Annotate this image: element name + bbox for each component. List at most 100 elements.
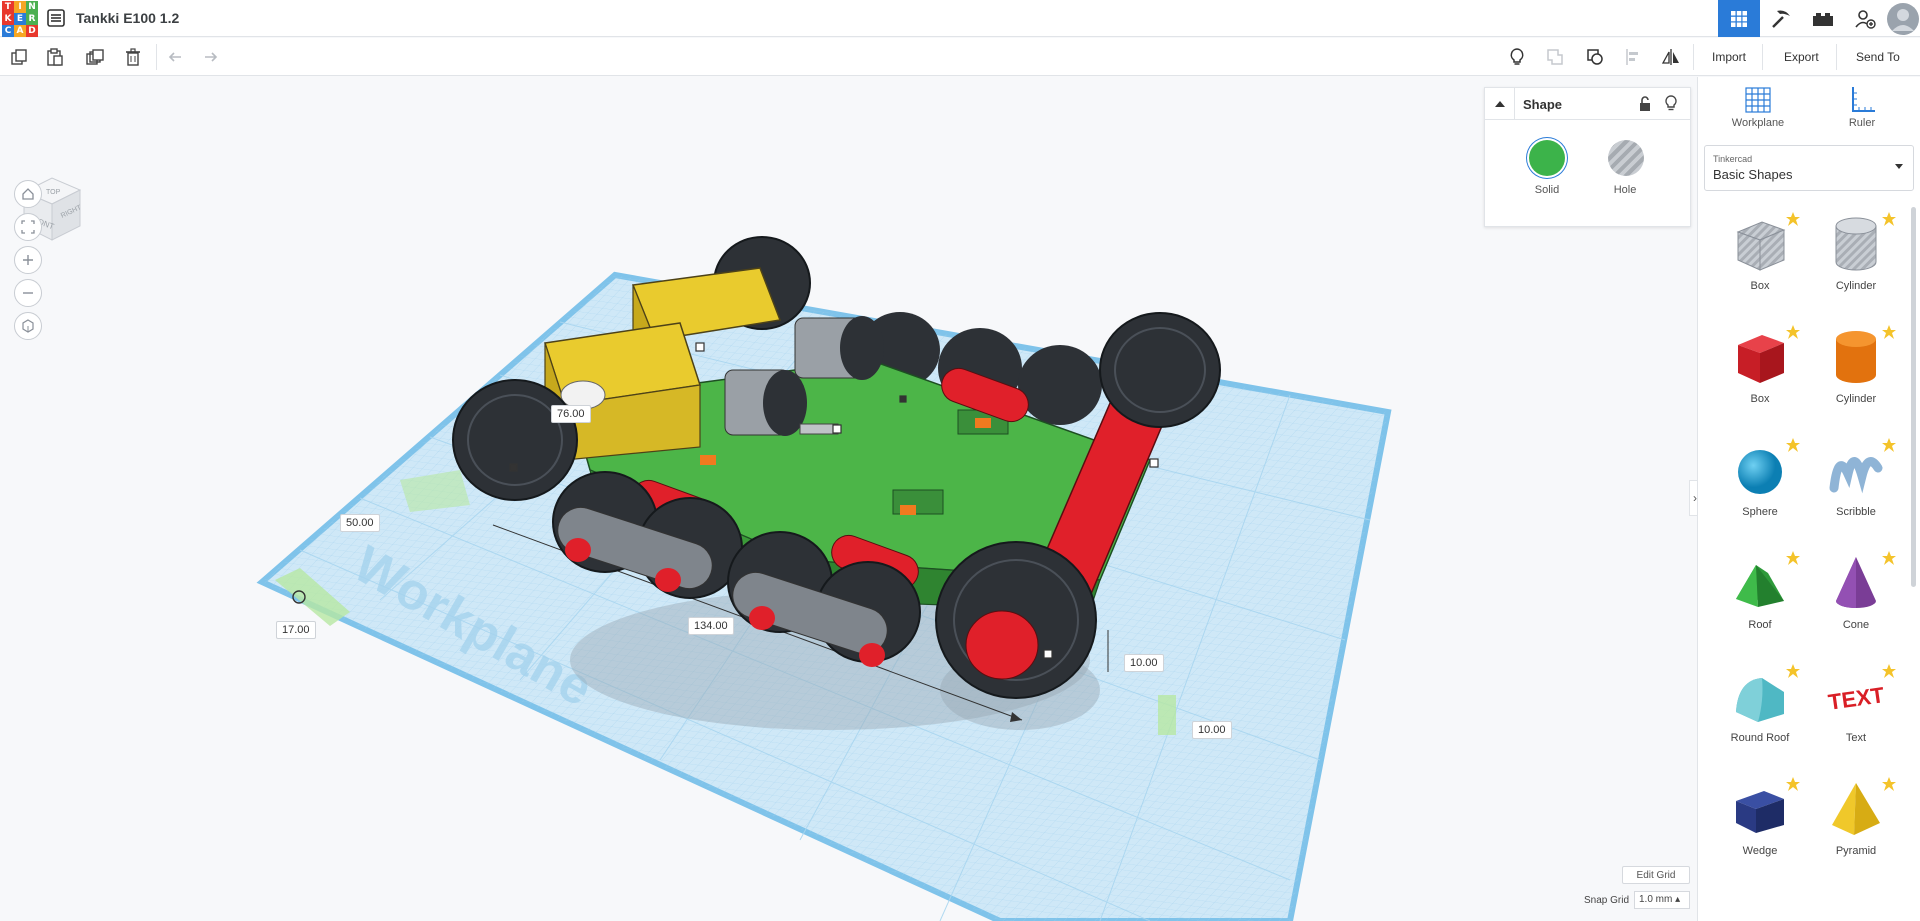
shape-box-red[interactable]: Box bbox=[1712, 325, 1808, 425]
svg-text:TEXT: TEXT bbox=[1827, 682, 1887, 715]
bricks-icon[interactable] bbox=[1802, 0, 1844, 37]
shape-label: Roof bbox=[1748, 619, 1772, 631]
ungroup-icon[interactable] bbox=[1582, 44, 1608, 70]
favorite-star-icon[interactable] bbox=[1882, 325, 1896, 339]
favorite-star-icon[interactable] bbox=[1882, 664, 1896, 678]
shape-box-hole[interactable]: Box bbox=[1712, 212, 1808, 312]
shape-label: Box bbox=[1750, 280, 1770, 292]
favorite-star-icon[interactable] bbox=[1786, 664, 1800, 678]
redo-icon[interactable] bbox=[198, 44, 224, 70]
zoom-out-icon[interactable] bbox=[14, 279, 42, 307]
workplane-scene[interactable]: Workplane bbox=[0, 77, 1697, 921]
box-red-icon bbox=[1728, 325, 1792, 389]
notes-lightbulb-icon[interactable] bbox=[1504, 44, 1530, 70]
collapse-inspector-icon[interactable] bbox=[1485, 88, 1515, 120]
export-button[interactable]: Export bbox=[1774, 44, 1829, 70]
favorite-star-icon[interactable] bbox=[1786, 438, 1800, 452]
cyl-orange-icon bbox=[1824, 325, 1888, 389]
logo-letter: K bbox=[2, 13, 14, 25]
tinkercad-logo[interactable]: TINKERCAD bbox=[2, 1, 38, 37]
shape-label: Scribble bbox=[1836, 506, 1876, 518]
shape-wedge[interactable]: Wedge bbox=[1712, 777, 1808, 877]
import-button[interactable]: Import bbox=[1702, 44, 1756, 70]
roof-icon bbox=[1728, 551, 1792, 615]
dimension-depth-label[interactable]: 10.00 bbox=[1192, 721, 1232, 739]
dimension-elevation-label[interactable]: 10.00 bbox=[1124, 654, 1164, 672]
favorite-star-icon[interactable] bbox=[1786, 212, 1800, 226]
shape-inspector: Shape Solid Hole bbox=[1484, 87, 1691, 227]
wheel-front-right[interactable] bbox=[935, 541, 1097, 699]
logo-letter: R bbox=[26, 13, 38, 25]
favorite-star-icon[interactable] bbox=[1786, 777, 1800, 791]
visibility-lightbulb-icon[interactable] bbox=[1664, 95, 1678, 117]
invite-user-icon[interactable] bbox=[1844, 0, 1886, 37]
roundroof-icon bbox=[1728, 664, 1792, 728]
3d-viewport[interactable]: Workplane TOP RIGHT bbox=[0, 77, 1697, 921]
align-icon[interactable] bbox=[1620, 44, 1646, 70]
cyl-hole-icon bbox=[1824, 212, 1888, 276]
edit-grid-button[interactable]: Edit Grid bbox=[1622, 866, 1690, 884]
undo-icon[interactable] bbox=[162, 44, 188, 70]
blocks-pickaxe-icon[interactable] bbox=[1760, 0, 1802, 37]
shape-sphere[interactable]: Sphere bbox=[1712, 438, 1808, 538]
inspector-header: Shape bbox=[1485, 88, 1690, 120]
shape-pyramid[interactable]: Pyramid bbox=[1808, 777, 1904, 877]
shape-label: Pyramid bbox=[1835, 845, 1877, 857]
wheel-back-right[interactable] bbox=[1099, 312, 1221, 428]
workplane-tool[interactable]: Workplane bbox=[1718, 85, 1798, 129]
dimension-length-label[interactable]: 134.00 bbox=[688, 617, 734, 635]
fit-view-icon[interactable] bbox=[14, 213, 42, 241]
edit-toolbar: Import Export Send To bbox=[0, 38, 1920, 76]
shape-label: Cylinder bbox=[1835, 393, 1877, 405]
perspective-icon[interactable] bbox=[14, 312, 42, 340]
cone-icon bbox=[1824, 551, 1888, 615]
lock-icon[interactable] bbox=[1638, 96, 1652, 117]
dimension-offset-label[interactable]: 17.00 bbox=[276, 621, 316, 639]
shape-roundroof[interactable]: Round Roof bbox=[1712, 664, 1808, 764]
zoom-in-icon[interactable] bbox=[14, 246, 42, 274]
shapes-scrollbar[interactable] bbox=[1911, 207, 1916, 587]
solid-color-swatch[interactable] bbox=[1529, 140, 1565, 176]
send-to-button[interactable]: Send To bbox=[1846, 44, 1910, 70]
top-right-controls bbox=[1718, 0, 1920, 37]
group-icon[interactable] bbox=[1542, 44, 1568, 70]
design-view-icon[interactable] bbox=[1718, 0, 1760, 37]
dimension-height-label[interactable]: 76.00 bbox=[551, 405, 591, 423]
user-avatar[interactable] bbox=[1886, 0, 1920, 37]
paste-icon[interactable] bbox=[42, 44, 68, 70]
favorite-star-icon[interactable] bbox=[1882, 212, 1896, 226]
wheel-front-left[interactable] bbox=[452, 379, 578, 501]
shape-label: Sphere bbox=[1742, 506, 1778, 518]
hole-swatch[interactable] bbox=[1608, 140, 1644, 176]
shape-cone[interactable]: Cone bbox=[1808, 551, 1904, 651]
favorite-star-icon[interactable] bbox=[1786, 325, 1800, 339]
text-icon: TEXT bbox=[1824, 664, 1888, 728]
shapes-panel: Workplane Ruler Tinkercad Basic Shapes B… bbox=[1697, 77, 1920, 921]
favorite-star-icon[interactable] bbox=[1786, 551, 1800, 565]
duplicate-icon[interactable] bbox=[82, 44, 108, 70]
favorite-star-icon[interactable] bbox=[1882, 777, 1896, 791]
ruler-tool[interactable]: Ruler bbox=[1822, 85, 1902, 129]
favorite-star-icon[interactable] bbox=[1882, 551, 1896, 565]
delete-icon[interactable] bbox=[120, 44, 146, 70]
design-menu-icon[interactable] bbox=[46, 8, 66, 28]
hole-label: Hole bbox=[1613, 184, 1637, 196]
shape-cyl-orange[interactable]: Cylinder bbox=[1808, 325, 1904, 425]
shape-scribble[interactable]: Scribble bbox=[1808, 438, 1904, 538]
shape-cyl-hole[interactable]: Cylinder bbox=[1808, 212, 1904, 312]
document-title[interactable]: Tankki E100 1.2 bbox=[76, 10, 179, 26]
shape-label: Cone bbox=[1842, 619, 1870, 631]
dimension-width-label[interactable]: 50.00 bbox=[340, 514, 380, 532]
scribble-icon bbox=[1824, 438, 1888, 502]
shape-roof[interactable]: Roof bbox=[1712, 551, 1808, 651]
shape-label: Wedge bbox=[1742, 845, 1778, 857]
solid-label: Solid bbox=[1534, 184, 1560, 196]
ruler-icon bbox=[1847, 85, 1877, 115]
mirror-icon[interactable] bbox=[1658, 44, 1684, 70]
shape-library-dropdown[interactable]: Tinkercad Basic Shapes bbox=[1704, 145, 1914, 191]
shape-text[interactable]: TEXT Text bbox=[1808, 664, 1904, 764]
favorite-star-icon[interactable] bbox=[1882, 438, 1896, 452]
home-view-icon[interactable] bbox=[14, 180, 42, 208]
copy-icon[interactable] bbox=[6, 44, 32, 70]
snap-grid-select[interactable]: 1.0 mm ▴ bbox=[1634, 891, 1690, 909]
